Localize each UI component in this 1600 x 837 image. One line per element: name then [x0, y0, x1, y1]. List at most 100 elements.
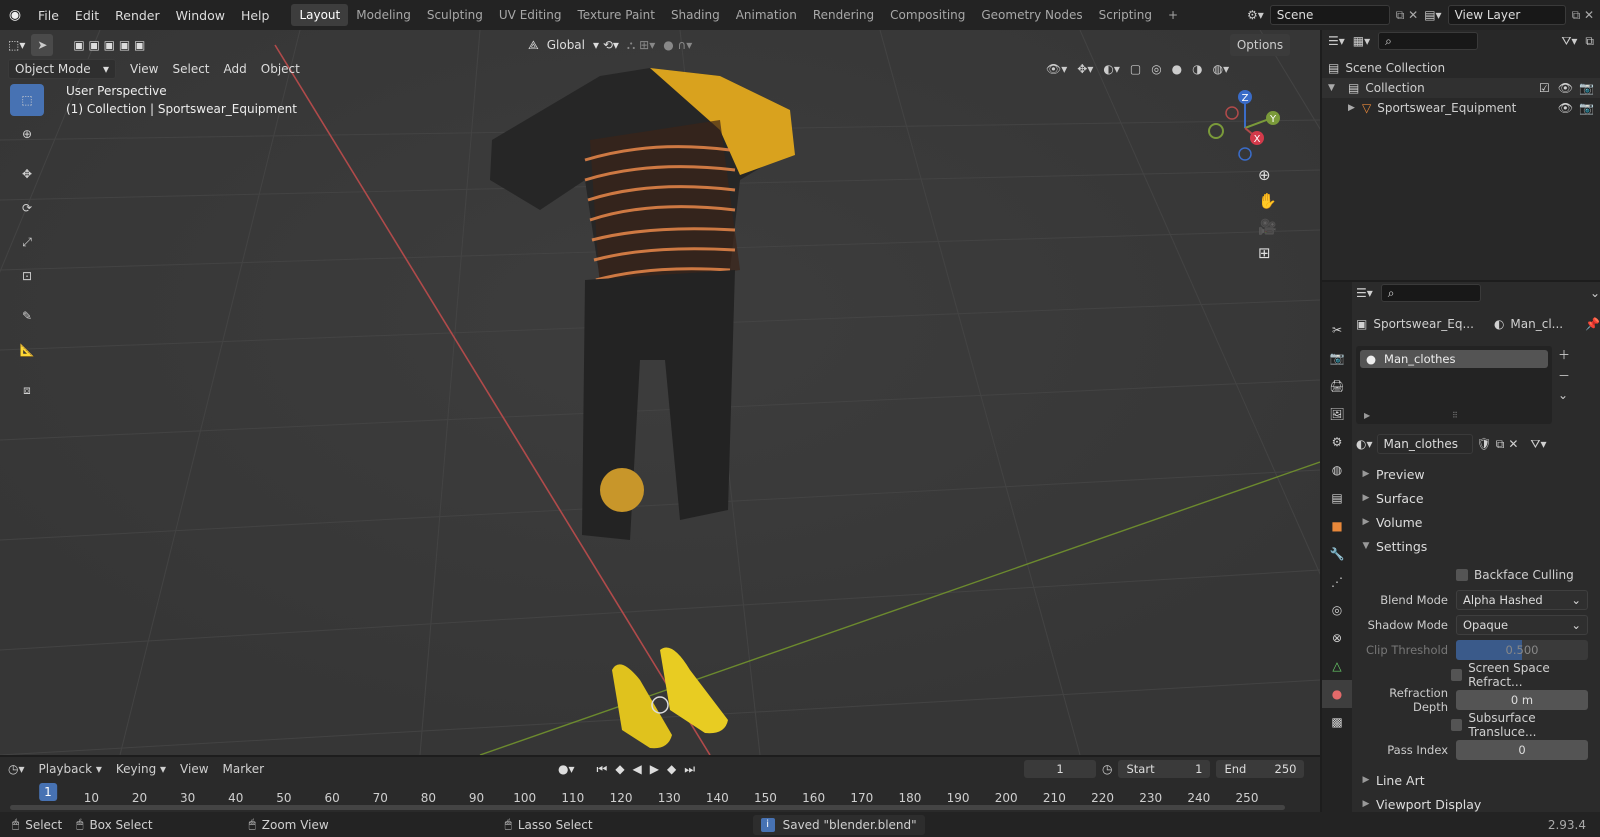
slot-item[interactable]: ● Man_clothes [1360, 350, 1548, 368]
menu-playback[interactable]: Playback ▾ [39, 762, 102, 776]
clip-threshold-slider[interactable]: 0.500 [1456, 639, 1588, 660]
data-tab-icon[interactable]: △ [1322, 652, 1352, 680]
backface-row[interactable]: Backface Culling [1356, 562, 1600, 587]
tab-layout[interactable]: Layout [291, 4, 349, 26]
select-box-tool[interactable]: ⬚ [10, 84, 44, 116]
chevron-down-icon[interactable]: ⌄ [1590, 286, 1600, 300]
shading-wireframe-icon[interactable]: ◎ [1151, 62, 1161, 76]
next-keyframe-icon[interactable]: ◆ [667, 762, 676, 776]
constraints-tab-icon[interactable]: ⊗ [1322, 624, 1352, 652]
unlink-icon[interactable]: ✕ [1508, 437, 1518, 451]
section-line-art[interactable]: ▶ Line Art [1356, 768, 1600, 792]
ssr-checkbox[interactable] [1450, 668, 1463, 681]
menu-window[interactable]: Window [168, 8, 233, 23]
slot-menu-icon[interactable]: ⌄ [1558, 388, 1570, 402]
material-browse-icon[interactable]: ◐▾ [1356, 437, 1373, 451]
menu-marker[interactable]: Marker [223, 762, 264, 776]
play-reverse-icon[interactable]: ◀ [633, 762, 642, 776]
pin-icon[interactable]: 📌 [1585, 317, 1600, 331]
output-tab-icon[interactable]: 🖨 [1322, 372, 1352, 400]
add-cube-tool[interactable]: ⧈ [10, 374, 44, 406]
view-layer-close-icon[interactable]: ⧉ ✕ [1566, 8, 1600, 23]
tab-scripting[interactable]: Scripting [1091, 4, 1160, 26]
select-mode-icons[interactable]: ▣ ▣ ▣ ▣ ▣ [73, 38, 145, 52]
timeline-scrollbar[interactable] [10, 805, 1285, 810]
shadow-mode-dropdown[interactable]: Opaque ⌄ [1456, 614, 1588, 635]
outliner-search[interactable]: ⌕ [1378, 32, 1479, 50]
new-collection-icon[interactable]: ⧉ [1585, 34, 1594, 49]
render-tab-icon[interactable]: 📷 [1322, 344, 1352, 372]
menu-keying[interactable]: Keying ▾ [116, 762, 166, 776]
orientation-icon[interactable]: ⟁ [528, 38, 539, 53]
view-layer-icon[interactable]: ▤▾ [1424, 8, 1447, 22]
camera-render-icon[interactable]: 📷 [1579, 81, 1594, 95]
shading-solid-icon[interactable]: ● [1172, 62, 1182, 76]
pan-hand-icon[interactable]: ✋ [1258, 192, 1277, 210]
view-layer-tab-icon[interactable]: 🖼 [1322, 400, 1352, 428]
tab-modeling[interactable]: Modeling [348, 4, 419, 26]
timeline-editor-icon[interactable]: ◷▾ [8, 762, 25, 776]
scene-field[interactable]: Scene [1269, 5, 1390, 25]
visibility-icon[interactable]: 👁▾ [1046, 62, 1067, 76]
navigation-gizmo[interactable]: Z Y X [1205, 86, 1295, 166]
material-tab-icon[interactable]: ● [1322, 680, 1352, 708]
eye-icon[interactable]: 👁 [1558, 101, 1573, 115]
overlay-icon[interactable]: ◐▾ [1103, 62, 1120, 76]
tool-tab-icon[interactable]: ✂ [1322, 316, 1352, 344]
tab-rendering[interactable]: Rendering [805, 4, 882, 26]
start-frame-field[interactable]: Start 1 [1118, 760, 1211, 778]
scene-icon[interactable]: ⚙▾ [1247, 8, 1270, 22]
modifier-tab-icon[interactable]: 🔧 [1322, 540, 1352, 568]
fake-user-icon[interactable]: 🛡 [1477, 437, 1492, 451]
cursor-tool[interactable]: ⊕ [10, 118, 44, 150]
tab-geometry-nodes[interactable]: Geometry Nodes [973, 4, 1090, 26]
grid-icon[interactable]: ⊞ [1258, 244, 1277, 262]
record-icon[interactable]: ●▾ [558, 762, 575, 776]
outliner-row-collection[interactable]: ▼ ▤ Collection ☑ 👁 📷 [1322, 78, 1600, 98]
tab-animation[interactable]: Animation [728, 4, 805, 26]
tab-sculpting[interactable]: Sculpting [419, 4, 491, 26]
eye-icon[interactable]: 👁 [1558, 81, 1573, 95]
backface-checkbox[interactable] [1456, 568, 1468, 581]
jump-end-icon[interactable]: ⏭ [684, 762, 695, 777]
add-slot-icon[interactable]: ＋ [1558, 346, 1570, 363]
move-tool[interactable]: ✥ [10, 158, 44, 190]
particles-tab-icon[interactable]: ⋰ [1322, 568, 1352, 596]
outliner-row-object[interactable]: ▶ ▽ Sportswear_Equipment 👁 📷 [1322, 98, 1600, 118]
add-workspace-button[interactable]: + [1160, 4, 1186, 26]
shading-rendered-icon[interactable]: ◍▾ [1213, 62, 1230, 76]
texture-tab-icon[interactable]: ▩ [1322, 708, 1352, 736]
duplicate-icon[interactable]: ⧉ [1496, 437, 1505, 452]
pass-index-field[interactable]: 0 [1456, 739, 1588, 760]
mode-dropdown[interactable]: Object Mode ▾ [8, 59, 116, 79]
camera-render-icon[interactable]: 📷 [1579, 101, 1594, 115]
world-tab-icon[interactable]: ◍ [1322, 456, 1352, 484]
gizmo-icon[interactable]: ✥▾ [1077, 62, 1093, 76]
zoom-icon[interactable]: ⊕ [1258, 166, 1277, 184]
transform-tool[interactable]: ⊡ [10, 260, 44, 292]
editor-type-icon[interactable]: ⬚▾ [8, 38, 25, 52]
properties-search[interactable]: ⌕ [1380, 284, 1481, 302]
measure-tool[interactable]: 📐 [10, 334, 44, 366]
properties-editor-icon[interactable]: ☰▾ [1356, 286, 1373, 300]
section-preview[interactable]: ▶ Preview [1356, 462, 1600, 486]
play-icon[interactable]: ▶ [650, 762, 659, 776]
shading-material-icon[interactable]: ◑ [1192, 62, 1202, 76]
refraction-depth-field[interactable]: 0 m [1456, 689, 1588, 710]
object-tab-icon[interactable]: ■ [1322, 512, 1352, 540]
section-settings[interactable]: ▼ Settings [1356, 534, 1600, 558]
section-volume[interactable]: ▶ Volume [1356, 510, 1600, 534]
scene-close-icon[interactable]: ⧉ ✕ [1390, 8, 1424, 23]
xray-icon[interactable]: ▢ [1130, 62, 1141, 76]
display-mode-icon[interactable]: ▦▾ [1353, 34, 1370, 48]
timeline-ruler[interactable]: 1 10 20 30 40 50 60 70 80 90 100 110 120 130 140 150 160… [0, 781, 1320, 805]
menu-select[interactable]: Select [172, 62, 209, 76]
annotate-tool[interactable]: ✎ [10, 300, 44, 332]
tab-shading[interactable]: Shading [663, 4, 728, 26]
view-layer-field[interactable]: View Layer [1447, 5, 1566, 25]
scale-tool[interactable]: ⤢ [10, 226, 44, 258]
resize-handle-icon[interactable]: ⠿ [1452, 411, 1458, 420]
ssr-row[interactable]: Screen Space Refract... [1356, 661, 1600, 689]
outliner-editor-icon[interactable]: ☰▾ [1328, 34, 1345, 48]
prev-keyframe-icon[interactable]: ◆ [615, 762, 624, 776]
